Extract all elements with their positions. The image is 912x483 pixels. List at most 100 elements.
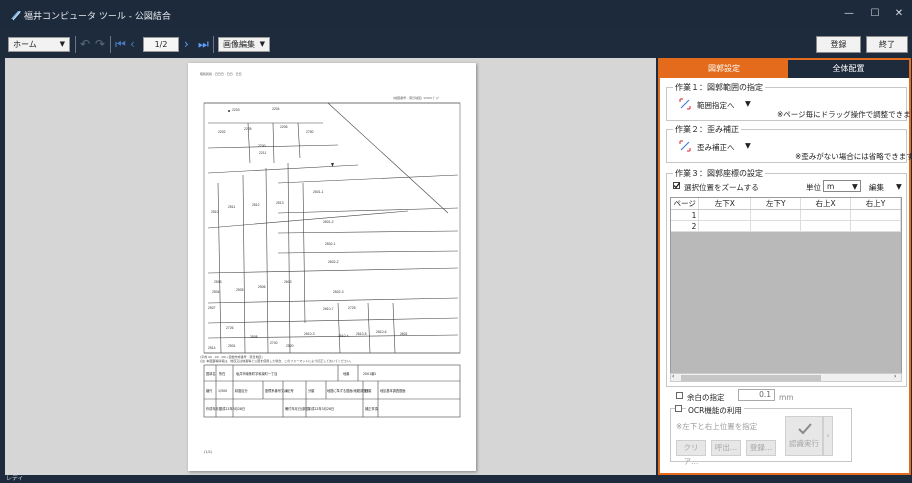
- step2-title: 作業２：歪み補正: [673, 124, 741, 135]
- lot-label: 2211: [259, 151, 266, 155]
- lot-label: 2603: [284, 280, 292, 284]
- table-row[interactable]: 2: [671, 220, 901, 232]
- zoom-checkbox-label: 選択位置をズームする: [684, 183, 759, 192]
- lot-label: 2508: [250, 335, 258, 339]
- chevron-down-icon[interactable]: ▼: [745, 99, 751, 108]
- recognize-options-button[interactable]: ›: [823, 416, 833, 456]
- next-page-icon[interactable]: ›: [184, 36, 189, 52]
- image-edit-dropdown[interactable]: 画像編集 ▼: [218, 37, 270, 52]
- last-page-icon[interactable]: ⏭: [198, 36, 209, 52]
- scrollbar-thumb[interactable]: [681, 375, 821, 381]
- chevron-down-icon: ▼: [852, 182, 858, 191]
- table-cell: 平成22年3月28日: [308, 406, 334, 411]
- edit-menu[interactable]: 編集: [869, 182, 884, 193]
- panel-tabs: 図郭設定 全体配置: [660, 60, 909, 78]
- window-title: 福井コンピュータ ツール - 公図結合: [24, 12, 171, 22]
- row-number: 2: [671, 220, 700, 232]
- step1-hint: ※ページ毎にドラッグ操作で調整できます: [777, 110, 912, 119]
- margin-unit: mm: [779, 393, 794, 402]
- lot-label: 2726: [226, 326, 234, 330]
- table-cell[interactable]: [750, 209, 802, 221]
- table-cell[interactable]: [850, 220, 901, 232]
- unit-select[interactable]: m ▼: [823, 180, 861, 192]
- lot-label: 2202: [218, 130, 226, 134]
- table-cell[interactable]: [800, 220, 852, 232]
- lot-label: 2725: [348, 306, 356, 310]
- tab-overall-layout[interactable]: 全体配置: [788, 60, 909, 78]
- table-cell: 座標系番号又は記号: [265, 388, 294, 393]
- minimize-button[interactable]: —: [840, 8, 858, 19]
- zoom-checkbox[interactable]: [673, 182, 680, 189]
- first-page-icon[interactable]: ⏮: [115, 36, 126, 52]
- lot-label: 2205: [244, 127, 252, 131]
- register-ocr-button[interactable]: 登録...: [746, 440, 776, 456]
- undo-icon[interactable]: ↶: [80, 36, 90, 52]
- unit-value: m: [827, 182, 835, 191]
- prev-page-icon[interactable]: ‹: [130, 36, 135, 52]
- recognize-button[interactable]: 認識実行: [785, 416, 823, 456]
- close-button[interactable]: ✕: [890, 8, 908, 19]
- distortion-correct-icon[interactable]: [679, 140, 691, 152]
- distortion-correct-button[interactable]: 歪み補正へ: [697, 142, 735, 153]
- page-indicator[interactable]: 1/2: [143, 37, 179, 52]
- recall-button[interactable]: 呼出...: [711, 440, 741, 456]
- chevron-right-icon: ›: [826, 431, 830, 440]
- table-cell: 地図に準ずる図面(地籍調査): [327, 388, 368, 393]
- register-button[interactable]: 登録: [816, 36, 861, 53]
- lot-label: 2602-2: [328, 260, 339, 264]
- lot-label: 2511: [228, 205, 235, 209]
- table-row[interactable]: 1: [671, 209, 901, 221]
- column-header: 左下X: [698, 198, 752, 210]
- chevron-down-icon: ▼: [259, 40, 265, 48]
- lot-label: 2601-2: [323, 220, 334, 224]
- ocr-checkbox[interactable]: [675, 405, 682, 412]
- lot-label: 2512: [252, 203, 260, 207]
- chevron-down-icon[interactable]: ▼: [745, 141, 751, 150]
- lot-label: 2610-5: [356, 332, 367, 336]
- table-cell[interactable]: [800, 209, 852, 221]
- scroll-left-icon[interactable]: ‹: [672, 373, 674, 380]
- settings-panel: 図郭設定 全体配置 作業１：図郭範囲の指定 範囲指定へ ▼ ※ページ毎にドラッグ…: [658, 58, 912, 475]
- range-select-icon[interactable]: [679, 98, 691, 110]
- table-cell[interactable]: [750, 220, 802, 232]
- table-cell[interactable]: [698, 220, 752, 232]
- lot-label: 2610-4: [338, 334, 349, 338]
- checkmark-icon: [673, 182, 680, 189]
- lot-label: 2602-3: [333, 290, 344, 294]
- doc-page-footer: (1/1): [204, 450, 213, 454]
- app-logo-icon: [11, 11, 21, 21]
- table-cell[interactable]: [698, 209, 752, 221]
- clear-button[interactable]: クリア...: [676, 440, 706, 466]
- column-header: 右上Y: [850, 198, 901, 210]
- table-cell: 所在: [219, 371, 225, 376]
- home-dropdown[interactable]: ホーム ▼: [8, 37, 70, 52]
- range-select-button[interactable]: 範囲指定へ: [697, 100, 735, 111]
- margin-input[interactable]: 0.1: [738, 389, 775, 401]
- table-cell: 縮尺: [206, 388, 213, 393]
- ocr-label: OCR機能の利用: [686, 405, 744, 416]
- redo-icon[interactable]: ↷: [95, 36, 105, 52]
- horizontal-scrollbar[interactable]: ‹ ›: [670, 373, 902, 382]
- scroll-right-icon[interactable]: ›: [894, 373, 896, 380]
- table-cell: 精度区分: [235, 388, 249, 393]
- table-cell: 平成22年3月28日: [219, 406, 245, 411]
- document-viewer[interactable]: 昭和和和 . 日日日 . 日日 . 日日 (地図番号 : 南日地区) 1/500…: [5, 58, 656, 475]
- table-cell[interactable]: [850, 209, 901, 221]
- column-header: ページ: [671, 198, 700, 210]
- exit-button[interactable]: 終了: [866, 36, 908, 53]
- maximize-button[interactable]: ☐: [866, 8, 884, 19]
- coordinate-grid[interactable]: ページ 左下X 左下Y 右上X 右上Y 1 2: [670, 197, 902, 382]
- divider: [110, 36, 111, 53]
- tab-frame-settings[interactable]: 図郭設定: [660, 60, 788, 78]
- table-cell: 分類: [308, 388, 315, 393]
- table-cell: 地番: [343, 371, 350, 376]
- cadastral-map-page[interactable]: 昭和和和 . 日日日 . 日日 . 日日 (地図番号 : 南日地区) 1/500…: [188, 63, 476, 471]
- lot-label: 2501: [228, 344, 236, 348]
- lot-label: 2513: [276, 201, 284, 205]
- table-cell: VI: [285, 389, 288, 393]
- table-cell: 種類: [365, 388, 372, 393]
- step2-hint: ※歪みがない場合には省略できます: [795, 152, 912, 161]
- table-cell: 補正事項: [365, 406, 379, 411]
- margin-checkbox[interactable]: [676, 392, 683, 399]
- chevron-down-icon[interactable]: ▼: [896, 182, 902, 191]
